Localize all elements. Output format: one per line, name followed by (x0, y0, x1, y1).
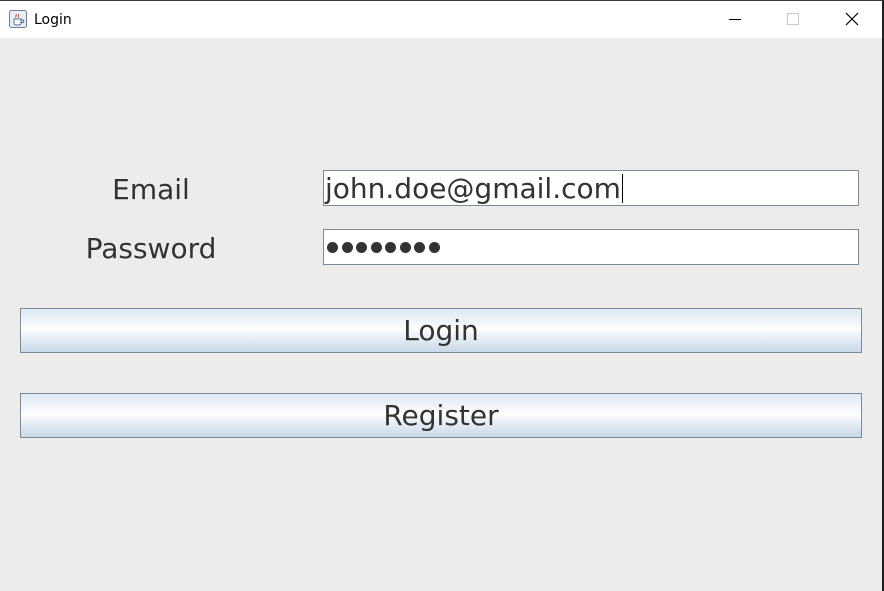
email-text: john.doe@gmail.com (325, 172, 621, 205)
close-icon (845, 12, 859, 26)
password-dot (385, 242, 396, 253)
password-dot (399, 242, 411, 253)
password-label: Password (85, 232, 217, 265)
login-window: Login Email john.doe@gmail.com Password (0, 0, 884, 591)
password-dot (327, 242, 338, 253)
password-field[interactable] (323, 229, 859, 265)
email-value: john.doe@gmail.com (325, 171, 623, 205)
login-button[interactable]: Login (20, 308, 862, 353)
minimize-icon (729, 19, 741, 20)
password-dot (356, 242, 367, 253)
password-dot (370, 242, 382, 253)
password-mask (327, 242, 440, 254)
minimize-button[interactable] (706, 1, 764, 37)
register-button[interactable]: Register (20, 393, 862, 438)
maximize-button[interactable] (764, 1, 822, 37)
text-caret (621, 174, 623, 203)
title-bar[interactable]: Login (0, 1, 882, 38)
email-field[interactable]: john.doe@gmail.com (323, 170, 859, 206)
password-dot (414, 242, 425, 253)
maximize-icon (787, 13, 799, 25)
close-button[interactable] (822, 1, 880, 37)
password-dot (341, 242, 353, 253)
password-dot (428, 242, 440, 253)
login-form: Email john.doe@gmail.com Password Login … (0, 38, 882, 591)
email-label: Email (112, 173, 190, 206)
window-title: Login (34, 12, 72, 28)
java-cup-icon (9, 10, 27, 28)
